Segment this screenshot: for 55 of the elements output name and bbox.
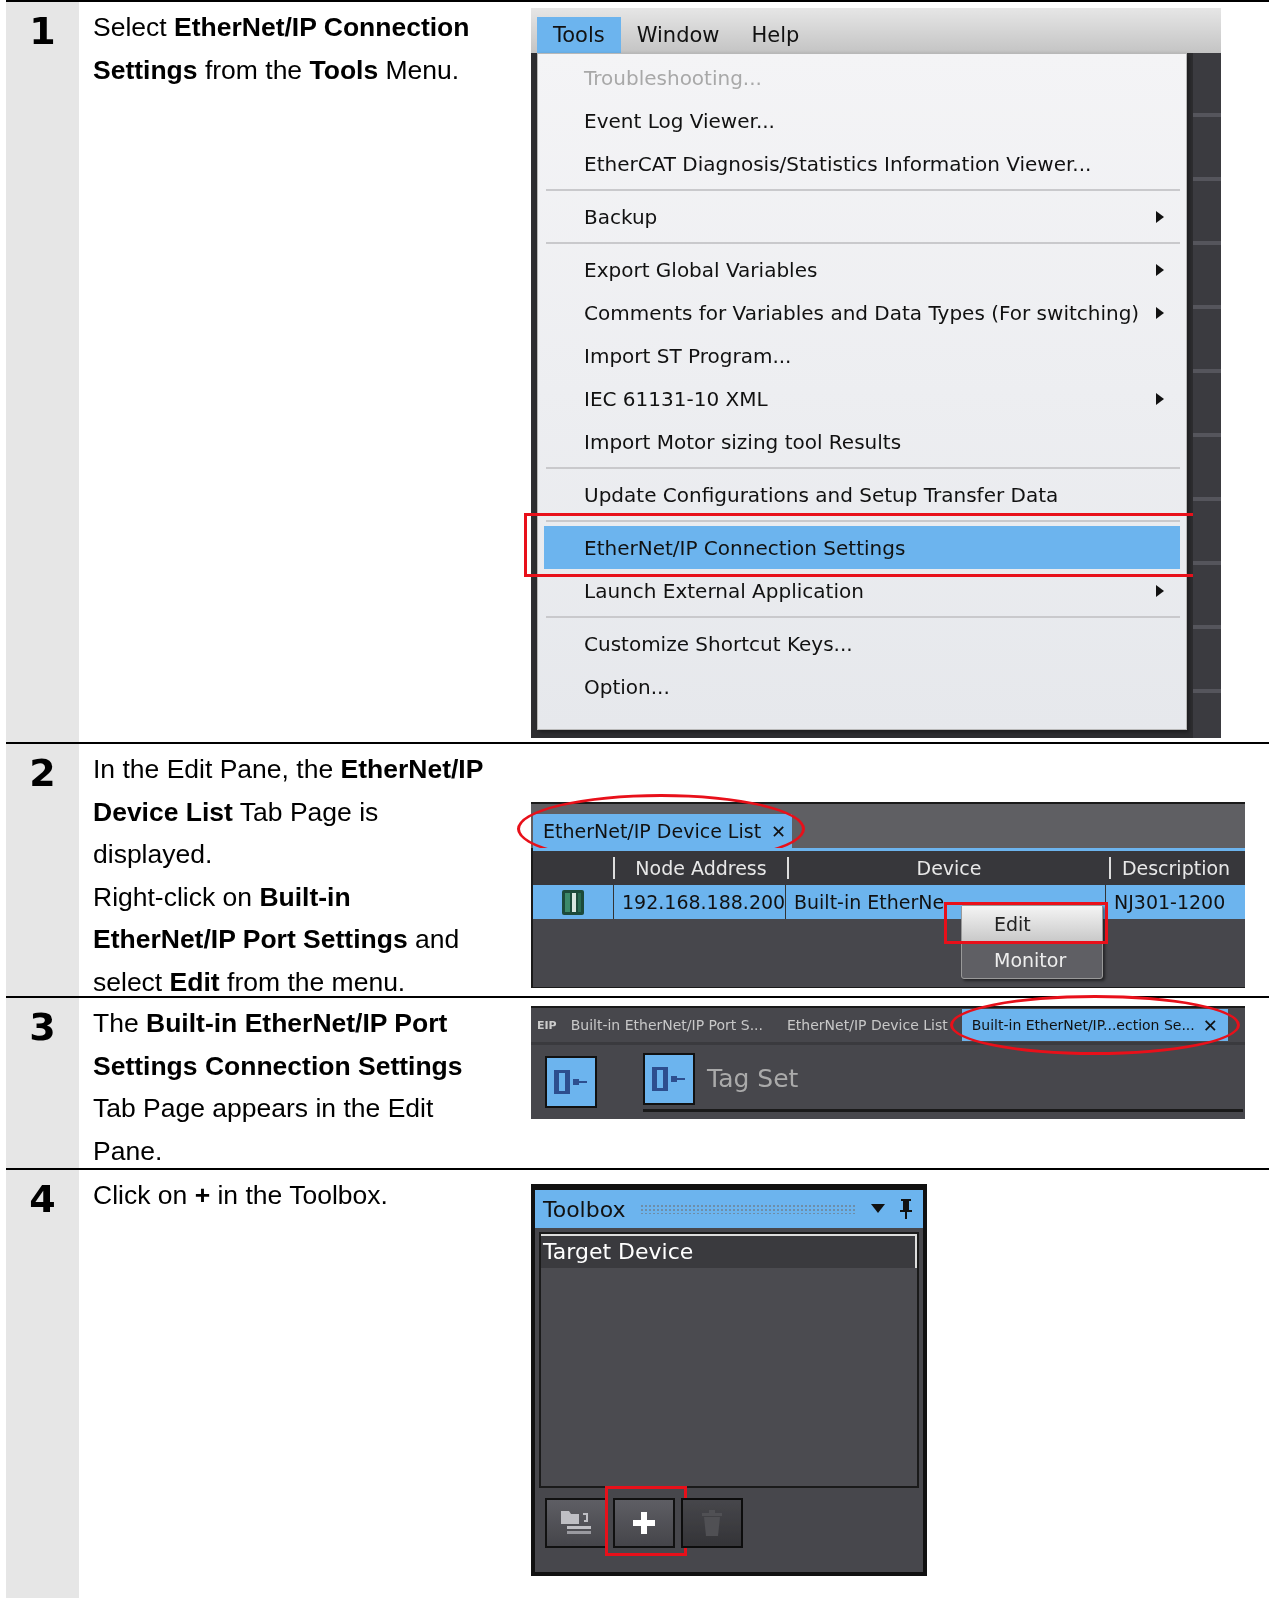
table-cell: 192.168.188.200 [613,885,785,919]
column-header[interactable]: Description [1109,857,1241,879]
menu-item[interactable]: Update Configurations and Setup Transfer Data [544,473,1180,516]
instruction-text: Click on + in the Toolbox. [93,1179,389,1212]
menu-item[interactable]: Import ST Program... [544,334,1180,377]
document-tab[interactable]: Built-in EtherNet/IP...ection Se... ✕ [961,1009,1228,1041]
connection-icon[interactable] [643,1052,695,1105]
import-button[interactable] [545,1498,607,1548]
trash-icon [701,1509,723,1537]
menu-item[interactable]: Comments for Variables and Data Types (For switching) [544,291,1180,334]
menu-bar-item[interactable]: Tools [537,17,621,53]
menu-item[interactable]: Backup [544,195,1180,238]
submenu-arrow-icon [1156,392,1164,405]
column-header[interactable]: Node Address [613,857,787,879]
section-heading: Tag Set [707,1064,799,1093]
menu-item[interactable]: EtherNet/IP Connection Settings [544,526,1180,569]
close-icon[interactable]: ✕ [771,820,787,842]
menu-item[interactable]: Launch External Application [544,569,1180,612]
submenu-arrow-icon [1156,210,1164,223]
instruction-text: The Built-in EtherNet/IP Port Settings Connection Settings Tab Page appears in the Edit Pane. [93,1007,464,1168]
instruction-text: In the Edit Pane, the EtherNet/IP Device List Tab Page is displayed. [93,753,484,871]
menu-item[interactable]: EtherCAT Diagnosis/Statistics Information Viewer... [544,142,1180,185]
menu-item[interactable]: Monitor [962,942,1102,978]
document-tab[interactable]: EtherNet/IP Device List ✕ [533,814,793,848]
step-number: 2 [29,754,56,792]
submenu-arrow-icon [1156,263,1164,276]
pin-icon[interactable] [899,1198,913,1220]
table-cell: NJ301-1200 [1105,885,1235,919]
menu-item[interactable]: Customize Shortcut Keys... [544,622,1180,665]
connection-icon[interactable] [545,1056,597,1108]
instruction-text: Select EtherNet/IP Connection Settings from the Tools Menu. [93,11,471,87]
step-number: 4 [29,1180,56,1218]
column-header[interactable]: Device [787,857,1109,879]
panel-title: Toolbox [543,1196,626,1222]
step-number: 3 [29,1008,56,1046]
menu-item[interactable]: Edit [962,906,1102,942]
menu-item[interactable]: Export Global Variables [544,248,1180,291]
close-icon[interactable]: ✕ [1202,1014,1218,1036]
menu-item[interactable]: IEC 61131-10 XML [544,377,1180,420]
plus-icon [631,1510,657,1536]
instruction-text: Right-click on Built-in EtherNet/IP Port Settings and select Edit from the menu. [93,880,461,999]
add-button[interactable] [613,1498,675,1548]
group-header[interactable]: Target Device [541,1234,917,1268]
document-tab[interactable]: Built-in EtherNet/IP Port S... [560,1009,773,1041]
menu-item[interactable]: Import Motor sizing tool Results [544,420,1180,463]
step-number: 1 [29,12,56,50]
menu-bar-item[interactable]: Help [735,17,816,53]
menu-item[interactable]: Option... [544,665,1180,708]
dropdown-arrow-icon[interactable] [871,1204,885,1214]
ethernet-ip-icon: EIP [537,1018,557,1032]
menu-bar-item[interactable]: Window [620,17,736,53]
submenu-arrow-icon [1156,584,1164,597]
menu-item[interactable]: Event Log Viewer... [544,99,1180,142]
document-tab[interactable]: EtherNet/IP Device List [777,1009,958,1041]
submenu-arrow-icon [1156,306,1164,319]
